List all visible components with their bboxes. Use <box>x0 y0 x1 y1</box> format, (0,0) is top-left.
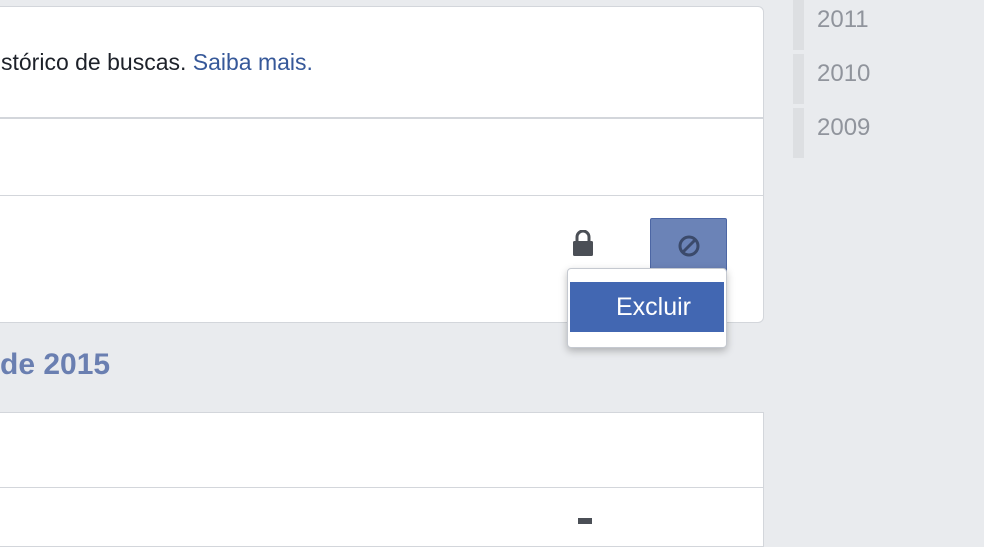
delete-menu-item[interactable]: Excluir <box>570 282 724 332</box>
info-text-body: stórico de buscas. <box>1 49 193 75</box>
activity-row <box>0 487 764 547</box>
action-dropdown: Excluir <box>567 268 727 348</box>
learn-more-link[interactable]: Saiba mais. <box>193 49 313 75</box>
info-text: stórico de buscas. Saiba mais. <box>1 49 313 76</box>
block-icon <box>678 235 700 257</box>
lock-icon <box>578 518 592 524</box>
year-item-2009[interactable]: 2009 <box>793 108 984 158</box>
activity-row <box>0 412 764 488</box>
year-item-2010[interactable]: 2010 <box>793 54 984 104</box>
year-item-2011[interactable]: 2011 <box>793 0 984 50</box>
activity-row <box>0 118 764 196</box>
year-label: 2011 <box>817 6 869 33</box>
info-card: stórico de buscas. Saiba mais. <box>0 6 764 118</box>
lock-icon <box>572 229 594 256</box>
year-label: 2010 <box>817 60 871 87</box>
year-label: 2009 <box>817 114 871 141</box>
block-menu-button[interactable] <box>650 218 727 272</box>
section-title: de 2015 <box>0 348 111 381</box>
